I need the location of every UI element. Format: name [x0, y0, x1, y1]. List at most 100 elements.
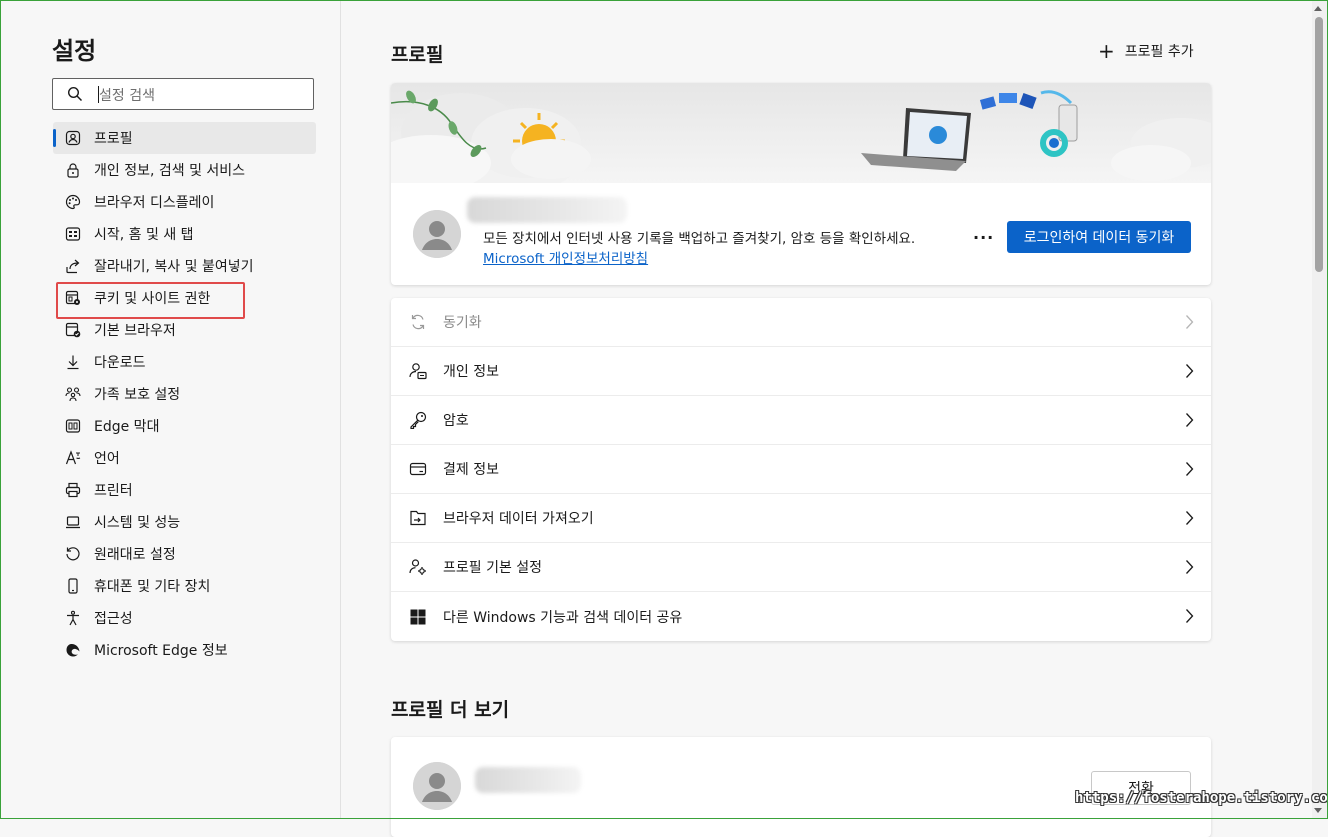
profile-settings-list: 동기화 개인 정보 암호 결제 정보 브라우저 데이터 가져오기 프로필 기본 … [391, 298, 1211, 641]
setting-row-label: 동기화 [443, 315, 482, 331]
sidebar-item-label: Edge 막대 [94, 419, 160, 435]
edge-logo-icon [65, 642, 81, 658]
more-profiles-title: 프로필 더 보기 [391, 699, 510, 721]
laptop-icon [65, 514, 81, 530]
windows-icon [409, 608, 427, 626]
setting-row-sync[interactable]: 동기화 [391, 298, 1211, 347]
setting-row-share-windows-data[interactable]: 다른 Windows 기능과 검색 데이터 공유 [391, 592, 1211, 641]
edge-bar-icon [65, 418, 81, 434]
accessibility-icon [65, 610, 81, 626]
vertical-scrollbar[interactable] [1312, 1, 1327, 818]
settings-nav: 프로필 개인 정보, 검색 및 서비스 브라우저 디스플레이 시작, 홈 및 새… [53, 122, 316, 666]
settings-main: 프로필 + 프로필 추가 모든 장치에서 인터넷 사용 기록을 백업하고 즐겨찾… [341, 1, 1327, 837]
language-icon [65, 450, 81, 466]
sidebar-item-downloads[interactable]: 다운로드 [53, 346, 316, 378]
add-profile-label: 프로필 추가 [1124, 44, 1194, 60]
sidebar-item-accessibility[interactable]: 접근성 [53, 602, 316, 634]
sidebar-item-label: Microsoft Edge 정보 [94, 643, 228, 659]
profile-description-text: 모든 장치에서 인터넷 사용 기록을 백업하고 즐겨찾기, 암호 등을 확인하세… [483, 231, 916, 247]
setting-row-label: 다른 Windows 기능과 검색 데이터 공유 [443, 609, 683, 626]
sidebar-item-languages[interactable]: 언어 [53, 442, 316, 474]
sidebar-item-label: 브라우저 디스플레이 [94, 195, 215, 211]
sidebar-item-family-safety[interactable]: 가족 보호 설정 [53, 378, 316, 410]
more-options-button[interactable]: ··· [973, 228, 994, 247]
sidebar-item-label: 휴대폰 및 기타 장치 [94, 579, 211, 595]
profile-card: 모든 장치에서 인터넷 사용 기록을 백업하고 즐겨찾기, 암호 등을 확인하세… [391, 83, 1211, 285]
scroll-down-arrow-icon[interactable] [1314, 808, 1322, 813]
profile-section-title: 프로필 [391, 44, 444, 66]
sidebar-item-label: 기본 브라우저 [94, 323, 176, 339]
blurred-account-name [467, 197, 627, 223]
more-profiles-card: 전환 [391, 737, 1211, 837]
setting-row-label: 암호 [443, 413, 469, 429]
sidebar-item-start-home[interactable]: 시작, 홈 및 새 탭 [53, 218, 316, 250]
import-icon [409, 509, 427, 527]
privacy-policy-link[interactable]: Microsoft 개인정보처리방침 [483, 251, 648, 267]
avatar [413, 210, 461, 258]
add-profile-button[interactable]: + 프로필 추가 [1098, 41, 1194, 61]
watermark-text: https://fosterahope.tistory.com [1075, 790, 1328, 806]
key-icon [409, 411, 427, 429]
sidebar-item-label: 프린터 [94, 483, 133, 499]
sidebar-item-label: 접근성 [94, 611, 133, 627]
download-icon [65, 354, 81, 370]
sidebar-item-edge-bar[interactable]: Edge 막대 [53, 410, 316, 442]
sidebar-item-printers[interactable]: 프린터 [53, 474, 316, 506]
chevron-right-icon [1185, 412, 1194, 428]
profile-info-row: 모든 장치에서 인터넷 사용 기록을 백업하고 즐겨찾기, 암호 등을 확인하세… [391, 193, 1211, 283]
setting-row-payment-info[interactable]: 결제 정보 [391, 445, 1211, 494]
setting-row-personal-info[interactable]: 개인 정보 [391, 347, 1211, 396]
setting-row-label: 결제 정보 [443, 462, 499, 478]
sign-in-sync-button[interactable]: 로그인하여 데이터 동기화 [1007, 221, 1191, 253]
sidebar-item-label: 원래대로 설정 [94, 547, 176, 563]
scrollbar-thumb[interactable] [1315, 17, 1323, 272]
search-placeholder: 설정 검색 [99, 88, 155, 104]
chevron-right-icon [1185, 363, 1194, 379]
sidebar-item-system-performance[interactable]: 시스템 및 성능 [53, 506, 316, 538]
sidebar-item-label: 언어 [94, 451, 120, 467]
search-icon [67, 86, 83, 102]
printer-icon [65, 482, 81, 498]
blurred-profile-name [475, 767, 581, 793]
sidebar-item-reset-settings[interactable]: 원래대로 설정 [53, 538, 316, 570]
profile-description: 모든 장치에서 인터넷 사용 기록을 백업하고 즐겨찾기, 암호 등을 확인하세… [483, 229, 953, 269]
chevron-right-icon [1185, 510, 1194, 526]
sidebar-item-label: 시작, 홈 및 새 탭 [94, 227, 194, 243]
setting-row-import-data[interactable]: 브라우저 데이터 가져오기 [391, 494, 1211, 543]
sidebar-item-label: 프로필 [94, 131, 133, 147]
sidebar-item-label: 개인 정보, 검색 및 서비스 [94, 163, 246, 179]
sidebar-item-label: 잘라내기, 복사 및 붙여넣기 [94, 259, 254, 275]
profile-banner-illustration [391, 83, 1211, 183]
sidebar-item-label: 시스템 및 성능 [94, 515, 181, 531]
chevron-right-icon [1185, 608, 1194, 624]
sidebar-item-share-copy-paste[interactable]: 잘라내기, 복사 및 붙여넣기 [53, 250, 316, 282]
profile-icon [65, 130, 81, 146]
setting-row-label: 개인 정보 [443, 364, 499, 380]
sidebar-item-appearance[interactable]: 브라우저 디스플레이 [53, 186, 316, 218]
highlight-annotation-box [56, 282, 245, 319]
setting-row-label: 프로필 기본 설정 [443, 560, 543, 576]
lock-icon [65, 162, 81, 178]
setting-row-passwords[interactable]: 암호 [391, 396, 1211, 445]
sidebar-item-profile[interactable]: 프로필 [53, 122, 316, 154]
setting-row-profile-preferences[interactable]: 프로필 기본 설정 [391, 543, 1211, 592]
credit-card-icon [409, 460, 427, 478]
sidebar-item-label: 가족 보호 설정 [94, 387, 181, 403]
settings-search-input[interactable]: 설정 검색 [52, 78, 314, 110]
profile-settings-icon [409, 558, 427, 576]
avatar [413, 762, 461, 810]
home-grid-icon [65, 226, 81, 242]
sidebar-item-phone-devices[interactable]: 휴대폰 및 기타 장치 [53, 570, 316, 602]
family-icon [65, 386, 81, 402]
sidebar-item-label: 다운로드 [94, 355, 146, 371]
setting-row-label: 브라우저 데이터 가져오기 [443, 511, 594, 527]
settings-sidebar: 설정 설정 검색 프로필 개인 정보, 검색 및 서비스 브라우저 디스플레이 … [1, 1, 341, 818]
scroll-up-arrow-icon[interactable] [1314, 6, 1322, 11]
palette-icon [65, 194, 81, 210]
chevron-right-icon [1185, 461, 1194, 477]
share-icon [65, 258, 81, 274]
sidebar-item-privacy[interactable]: 개인 정보, 검색 및 서비스 [53, 154, 316, 186]
sync-icon [409, 313, 427, 331]
sidebar-item-about-edge[interactable]: Microsoft Edge 정보 [53, 634, 316, 666]
plus-icon: + [1098, 39, 1115, 63]
